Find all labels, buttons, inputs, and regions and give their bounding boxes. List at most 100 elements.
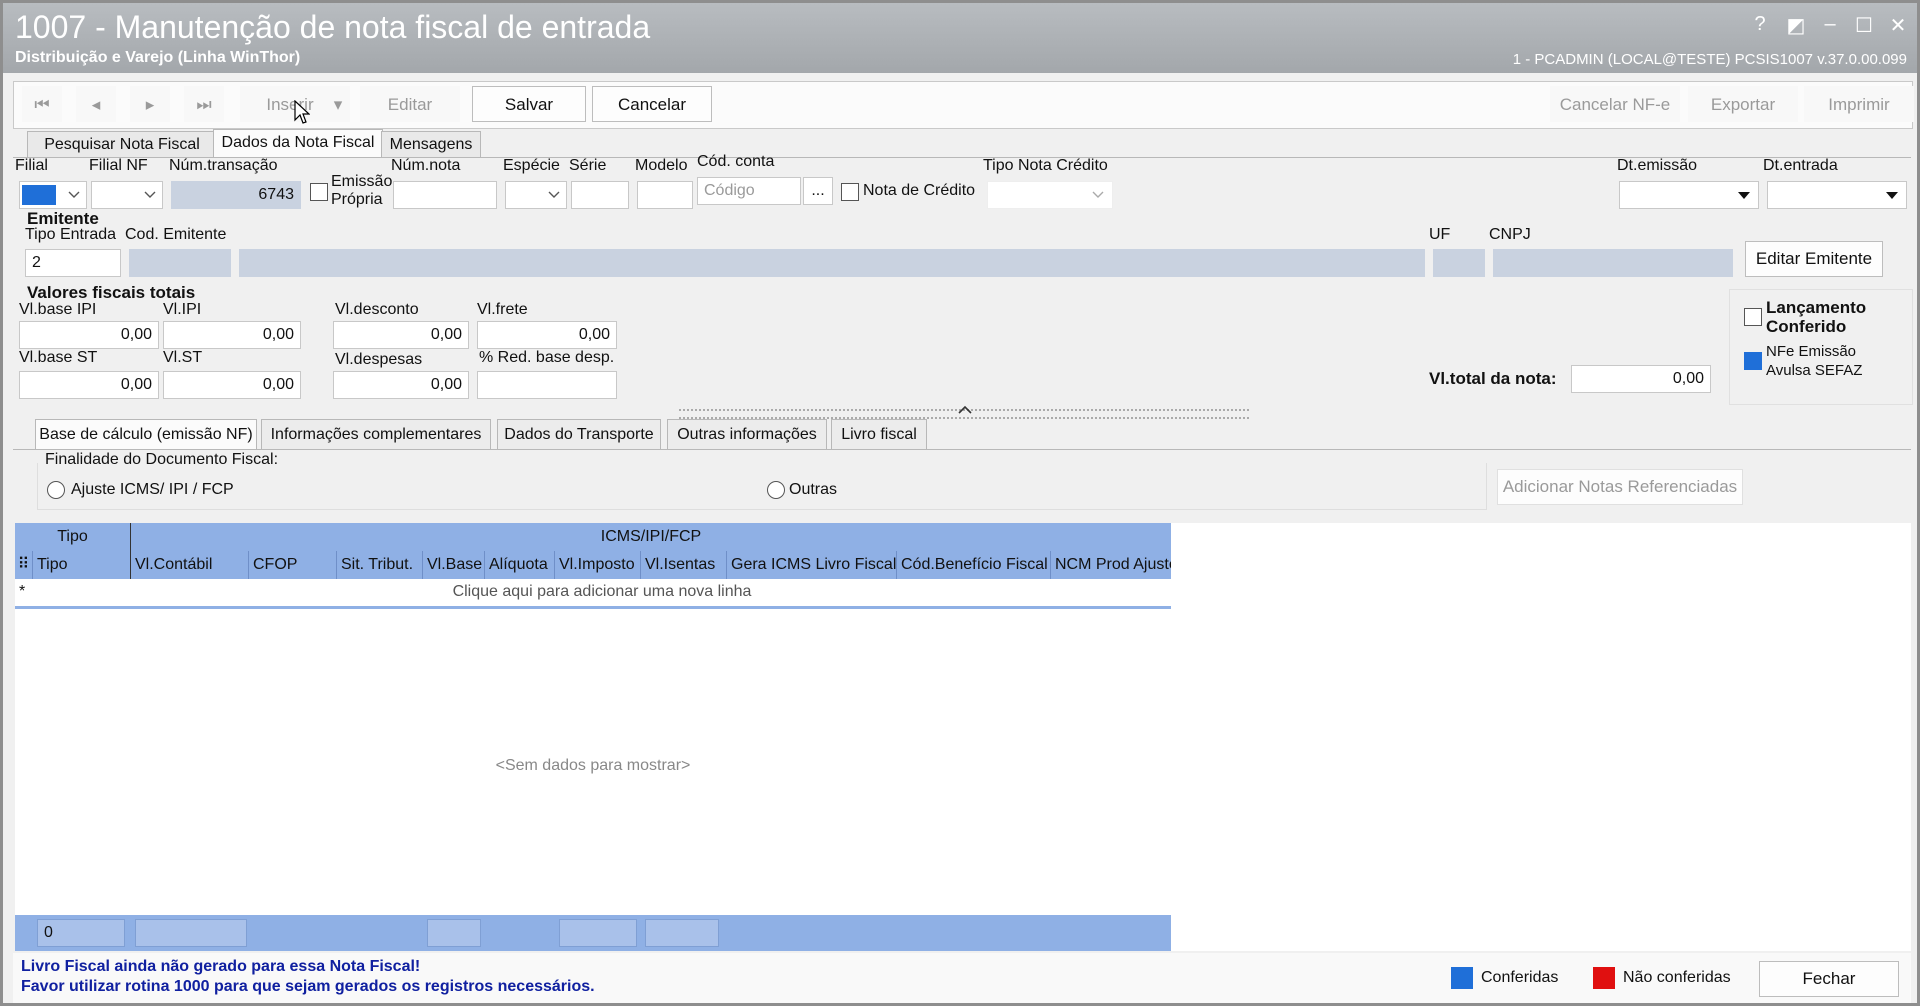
vl-ipi-field[interactable]: 0,00: [163, 321, 301, 349]
cod-emitente-field: [129, 249, 231, 277]
footer-count: 0: [37, 919, 125, 947]
vl-base-st-field[interactable]: 0,00: [19, 371, 159, 399]
dt-entrada-field[interactable]: [1767, 181, 1907, 209]
cod-conta-field[interactable]: Código: [697, 177, 801, 205]
grid-column-chooser-icon[interactable]: ⠿: [15, 551, 33, 579]
export-button[interactable]: Exportar: [1688, 86, 1798, 122]
last-record-icon[interactable]: ⏭: [184, 86, 224, 122]
first-record-icon[interactable]: ⏮: [22, 86, 62, 122]
grid-col-aliquota[interactable]: Alíquota: [485, 551, 555, 579]
conferidas-legend-swatch: [1451, 967, 1473, 989]
grid-col-gera-icms[interactable]: Gera ICMS Livro Fiscal: [727, 551, 897, 579]
edit-button[interactable]: Editar: [360, 86, 460, 122]
grid-col-vl-base[interactable]: Vl.Base: [423, 551, 485, 579]
vl-total-field: 0,00: [1571, 365, 1711, 393]
footer-vl-isentas: [645, 919, 719, 947]
grid-col-tipo[interactable]: Tipo: [33, 551, 131, 579]
editar-emitente-button[interactable]: Editar Emitente: [1745, 241, 1883, 277]
new-row-text[interactable]: Clique aqui para adicionar uma nova linh…: [33, 583, 1171, 601]
status-message-line1: Livro Fiscal ainda não gerado para essa …: [21, 958, 421, 975]
dropdown-arrow-icon: [1886, 192, 1898, 199]
tab-outras-informacoes[interactable]: Outras informações: [667, 419, 827, 449]
lancamento-line1: Lançamento: [1766, 298, 1867, 317]
red-base-desp-label: % Red. base desp.: [479, 349, 615, 366]
vl-despesas-field[interactable]: 0,00: [333, 371, 469, 399]
tipo-nota-credito-combo[interactable]: [987, 181, 1113, 209]
filial-selection: [22, 185, 56, 205]
adicionar-notas-button[interactable]: Adicionar Notas Referenciadas: [1497, 469, 1743, 505]
grid-new-row[interactable]: * Clique aqui para adicionar uma nova li…: [15, 579, 1171, 609]
vl-st-field[interactable]: 0,00: [163, 371, 301, 399]
tab-mensagens[interactable]: Mensagens: [381, 131, 481, 157]
serie-field[interactable]: [571, 181, 629, 209]
grid-col-cfop[interactable]: CFOP: [249, 551, 337, 579]
cod-conta-lookup-button[interactable]: ...: [803, 177, 833, 205]
outras-label: Outras: [789, 481, 838, 498]
vl-base-ipi-field[interactable]: 0,00: [19, 321, 159, 349]
nfe-avulsa-checkbox[interactable]: [1744, 352, 1762, 370]
tab-dados-do-transporte[interactable]: Dados do Transporte: [497, 419, 661, 449]
close-icon[interactable]: ✕: [1883, 13, 1913, 38]
vl-ipi-label: Vl.IPI: [163, 301, 202, 318]
dt-emissao-field[interactable]: [1619, 181, 1759, 209]
cnpj-field: [1493, 249, 1733, 277]
status-message: Livro Fiscal ainda não gerado para essa …: [21, 957, 595, 997]
emitente-name-field: [239, 249, 1425, 277]
vl-despesas-label: Vl.despesas: [335, 351, 423, 368]
tab-pesquisar-nota-fiscal[interactable]: Pesquisar Nota Fiscal: [27, 131, 217, 157]
red-base-desp-field[interactable]: [477, 371, 617, 399]
insert-button[interactable]: Inserir: [240, 86, 340, 122]
outras-radio[interactable]: [767, 481, 785, 499]
cancel-nfe-button[interactable]: Cancelar NF-e: [1550, 86, 1680, 122]
grid-col-vl-isentas[interactable]: Vl.Isentas: [641, 551, 727, 579]
fechar-button[interactable]: Fechar: [1759, 961, 1899, 997]
grid-empty-area: [1171, 523, 1911, 951]
cod-emitente-label: Cod. Emitente: [125, 226, 227, 243]
chevron-down-icon: [1092, 191, 1104, 198]
grid-col-cod-beneficio[interactable]: Cód.Benefício Fiscal: [897, 551, 1051, 579]
grid-col-vl-contabil[interactable]: Vl.Contábil: [131, 551, 249, 579]
num-nota-field[interactable]: [393, 181, 497, 209]
emissao-propria-label-line1: Emissão: [331, 173, 393, 190]
num-nota-label: Núm.nota: [391, 157, 461, 174]
grid-col-sit-tribut[interactable]: Sit. Tribut.: [337, 551, 423, 579]
nota-credito-checkbox[interactable]: [841, 183, 859, 201]
tab-livro-fiscal[interactable]: Livro fiscal: [831, 419, 927, 449]
tipo-entrada-field[interactable]: 2: [25, 249, 121, 277]
ajuste-icms-radio[interactable]: [47, 481, 65, 499]
prev-record-icon[interactable]: ◂: [76, 86, 116, 122]
chevron-down-icon: [548, 191, 560, 198]
num-transacao-label: Núm.transação: [169, 157, 278, 174]
print-button[interactable]: Imprimir: [1804, 86, 1914, 122]
tab-dados-da-nota-fiscal[interactable]: Dados da Nota Fiscal: [213, 129, 383, 157]
vl-total-label: Vl.total da nota:: [1429, 369, 1557, 388]
restore-icon[interactable]: ◩: [1781, 13, 1811, 38]
save-button[interactable]: Salvar: [472, 86, 586, 122]
lancamento-conferido-checkbox[interactable]: [1744, 308, 1762, 326]
vl-base-ipi-label: Vl.base IPI: [19, 301, 97, 318]
grid-col-ncm-prod[interactable]: NCM Prod Ajuste: [1051, 551, 1171, 579]
collapse-up-icon[interactable]: [958, 405, 972, 415]
grid-empty-text: <Sem dados para mostrar>: [495, 757, 691, 774]
especie-combo[interactable]: [505, 181, 567, 209]
insert-dropdown-icon[interactable]: ▾: [326, 86, 350, 122]
vl-frete-field[interactable]: 0,00: [477, 321, 617, 349]
filial-nf-combo[interactable]: [91, 181, 163, 209]
status-bar: Livro Fiscal ainda não gerado para essa …: [13, 953, 1911, 1003]
vl-desconto-field[interactable]: 0,00: [333, 321, 469, 349]
filial-nf-label: Filial NF: [89, 157, 148, 174]
maximize-icon[interactable]: ☐: [1849, 13, 1879, 38]
help-icon[interactable]: ?: [1745, 13, 1775, 36]
tab-base-de-calculo[interactable]: Base de cálculo (emissão NF): [35, 419, 257, 449]
filial-label: Filial: [15, 157, 48, 174]
next-record-icon[interactable]: ▸: [130, 86, 170, 122]
filial-combo[interactable]: [19, 181, 87, 209]
cancel-button[interactable]: Cancelar: [592, 86, 712, 122]
tipo-nota-credito-label: Tipo Nota Crédito: [983, 157, 1108, 174]
emissao-propria-checkbox[interactable]: [310, 183, 328, 201]
tab-informacoes-complementares[interactable]: Informações complementares: [261, 419, 491, 449]
vl-frete-label: Vl.frete: [477, 301, 528, 318]
modelo-field[interactable]: [637, 181, 693, 209]
grid-col-vl-imposto[interactable]: Vl.Imposto: [555, 551, 641, 579]
minimize-icon[interactable]: –: [1815, 13, 1845, 36]
